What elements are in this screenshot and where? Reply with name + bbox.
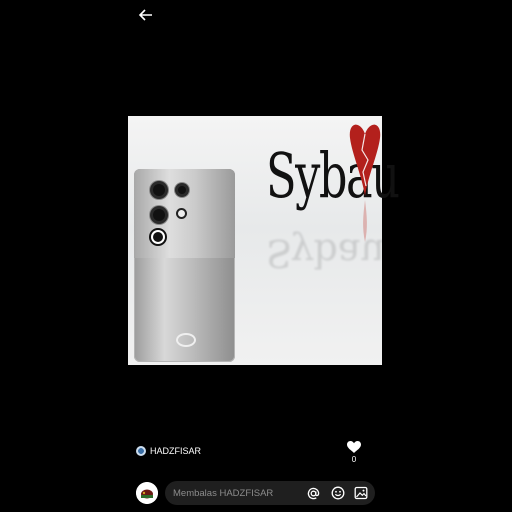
like-count: 0 — [351, 455, 357, 464]
image-button[interactable] — [354, 486, 368, 500]
avatar-image — [136, 482, 158, 504]
post-author[interactable]: HADZFISAR — [136, 446, 201, 456]
at-icon — [307, 487, 319, 499]
camera-lens-icon — [178, 186, 186, 194]
broken-heart-icon — [349, 124, 381, 242]
camera-lens-icon — [153, 232, 163, 242]
text-reflection: Sybau — [266, 231, 385, 275]
flash-icon — [178, 210, 185, 217]
user-avatar[interactable] — [136, 482, 158, 504]
mention-button[interactable] — [306, 486, 320, 500]
heart-icon — [347, 441, 361, 453]
reply-bar: Membalas HADZFISAR — [133, 478, 383, 508]
arrow-left-icon — [138, 9, 152, 21]
camera-lens-icon — [153, 209, 165, 221]
camera-lens-icon — [153, 184, 165, 196]
smiley-icon — [331, 486, 345, 500]
reply-placeholder: Membalas HADZFISAR — [173, 487, 274, 499]
image-icon — [354, 486, 368, 500]
back-button[interactable] — [136, 5, 156, 25]
author-avatar — [136, 446, 146, 456]
author-username: HADZFISAR — [150, 446, 202, 456]
emoji-button[interactable] — [331, 486, 345, 500]
brand-logo-icon — [176, 333, 196, 347]
like-button[interactable]: 0 — [345, 440, 363, 466]
